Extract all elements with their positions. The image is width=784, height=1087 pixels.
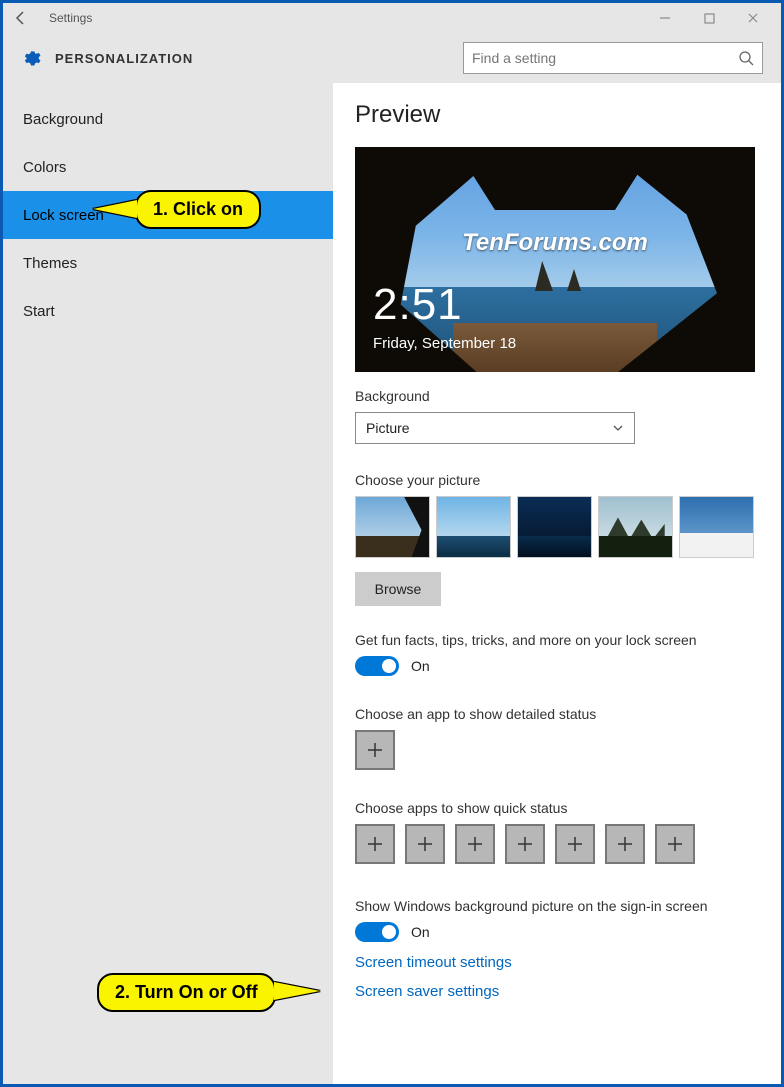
callout-text: 2. Turn On or Off [115, 982, 258, 1002]
gear-icon [21, 48, 41, 68]
sidebar-item-background[interactable]: Background [3, 95, 333, 143]
clock-date: Friday, September 18 [373, 335, 516, 352]
arrow-left-icon [13, 10, 29, 26]
picture-thumbnails [355, 496, 759, 558]
callout-text: 1. Click on [153, 199, 243, 219]
quick-status-add-5[interactable] [555, 824, 595, 864]
lockscreen-preview: TenForums.com 2:51 Friday, September 18 [355, 147, 755, 372]
chevron-down-icon [612, 422, 624, 434]
browse-button[interactable]: Browse [355, 572, 441, 606]
sidebar-item-themes[interactable]: Themes [3, 239, 333, 287]
sidebar-item-colors[interactable]: Colors [3, 143, 333, 191]
annotation-callout-1: 1. Click on [135, 190, 261, 229]
screen-timeout-link[interactable]: Screen timeout settings [355, 954, 759, 971]
plus-icon [366, 741, 384, 759]
title-bar: Settings [3, 3, 781, 33]
search-input[interactable]: Find a setting [463, 42, 763, 74]
link-text: Screen saver settings [355, 983, 499, 1000]
minimize-button[interactable] [643, 3, 687, 33]
quick-status-add-4[interactable] [505, 824, 545, 864]
screen-saver-link[interactable]: Screen saver settings [355, 983, 759, 1000]
preview-heading: Preview [355, 101, 759, 129]
background-dropdown[interactable]: Picture [355, 412, 635, 444]
main-panel: Preview TenForums.com 2:51 Friday, Septe… [333, 83, 781, 1084]
plus-icon [566, 835, 584, 853]
plus-icon [416, 835, 434, 853]
picture-thumb-2[interactable] [436, 496, 511, 558]
plus-icon [516, 835, 534, 853]
signin-bg-toggle[interactable] [355, 922, 399, 942]
choose-picture-label: Choose your picture [355, 472, 759, 488]
sidebar-item-label: Start [23, 303, 55, 320]
browse-label: Browse [375, 581, 422, 597]
signin-bg-label: Show Windows background picture on the s… [355, 898, 759, 914]
sidebar-item-label: Colors [23, 159, 66, 176]
funfacts-label: Get fun facts, tips, tricks, and more on… [355, 632, 759, 648]
quick-status-add-6[interactable] [605, 824, 645, 864]
dropdown-value: Picture [366, 420, 410, 436]
funfacts-toggle[interactable] [355, 656, 399, 676]
clock-time: 2:51 [373, 280, 463, 330]
sidebar-item-start[interactable]: Start [3, 287, 333, 335]
funfacts-state: On [411, 658, 430, 674]
sidebar-item-label: Background [23, 111, 103, 128]
picture-thumb-4[interactable] [598, 496, 673, 558]
plus-icon [466, 835, 484, 853]
page-title: PERSONALIZATION [55, 51, 463, 66]
sidebar-item-label: Lock screen [23, 207, 104, 224]
detailed-status-label: Choose an app to show detailed status [355, 706, 759, 722]
sidebar: Background Colors Lock screen Themes Sta… [3, 83, 333, 1084]
search-placeholder: Find a setting [472, 50, 556, 66]
quick-status-add-2[interactable] [405, 824, 445, 864]
quick-status-add-1[interactable] [355, 824, 395, 864]
plus-icon [666, 835, 684, 853]
close-button[interactable] [731, 3, 775, 33]
search-icon [738, 50, 754, 66]
picture-thumb-5[interactable] [679, 496, 754, 558]
picture-thumb-3[interactable] [517, 496, 592, 558]
minimize-icon [659, 12, 671, 24]
plus-icon [616, 835, 634, 853]
maximize-button[interactable] [687, 3, 731, 33]
plus-icon [366, 835, 384, 853]
background-label: Background [355, 388, 759, 404]
detailed-status-add[interactable] [355, 730, 395, 770]
picture-thumb-1[interactable] [355, 496, 430, 558]
link-text: Screen timeout settings [355, 954, 512, 971]
header-bar: PERSONALIZATION Find a setting [3, 33, 781, 83]
sidebar-item-label: Themes [23, 255, 77, 272]
signin-bg-state: On [411, 924, 430, 940]
quick-status-add-7[interactable] [655, 824, 695, 864]
back-button[interactable] [3, 3, 39, 33]
window-title: Settings [39, 11, 92, 25]
watermark-text: TenForums.com [355, 229, 755, 257]
annotation-callout-2: 2. Turn On or Off [97, 973, 276, 1012]
maximize-icon [704, 13, 715, 24]
quick-status-add-3[interactable] [455, 824, 495, 864]
quick-status-label: Choose apps to show quick status [355, 800, 759, 816]
close-icon [747, 12, 759, 24]
